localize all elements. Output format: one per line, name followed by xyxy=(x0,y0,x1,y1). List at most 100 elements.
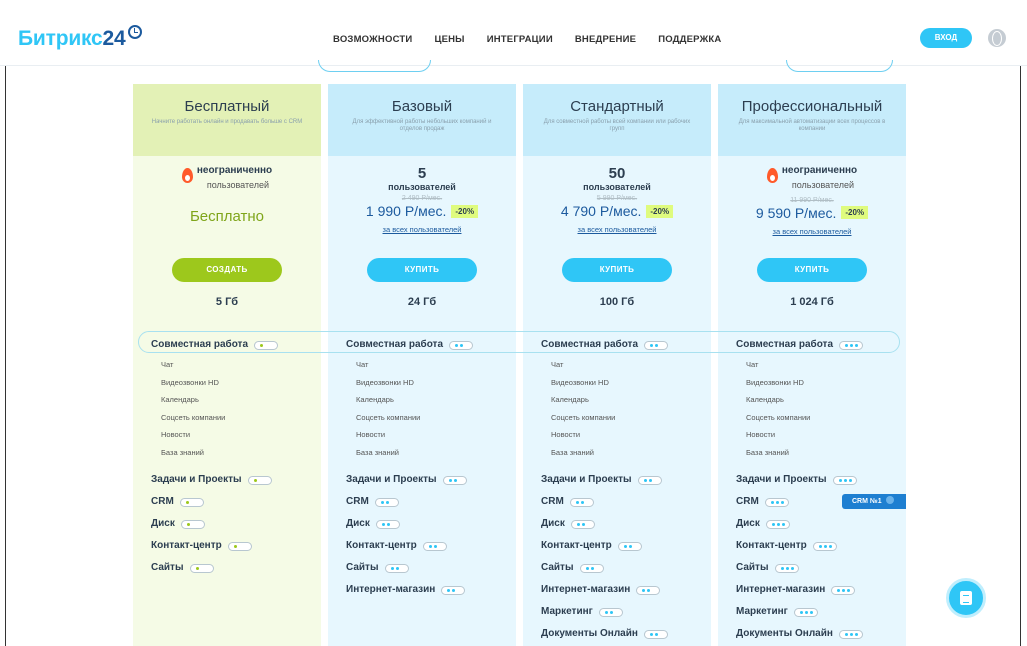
users-label: пользователей xyxy=(791,179,854,190)
price-row: 9 590 Р/мес. -20% xyxy=(718,205,906,221)
nav-item-support[interactable]: ПОДДЕРЖКА xyxy=(658,34,721,45)
sub-feature: Видеозвонки HD xyxy=(551,377,609,387)
nav-item-prices[interactable]: ЦЕНЫ xyxy=(434,34,464,45)
buy-button[interactable]: КУПИТЬ xyxy=(757,258,867,282)
feature-list: Совместная работа Чат Видеозвонки HD Кал… xyxy=(151,334,321,579)
feature-crm[interactable]: CRM xyxy=(541,491,711,513)
info-icon xyxy=(885,496,894,504)
feature-crm[interactable]: CRM xyxy=(346,491,516,513)
feature-contact-center[interactable]: Контакт-центр xyxy=(541,535,711,557)
price-row: 4 790 Р/мес. -20% xyxy=(523,203,711,219)
level-indicator xyxy=(422,541,447,551)
level-indicator xyxy=(831,585,856,595)
feature-sites[interactable]: Сайты xyxy=(541,557,711,579)
plan-description: Для эффективной работы небольших компани… xyxy=(352,119,492,132)
plan-description: Начните работать онлайн и продавать боль… xyxy=(151,119,303,125)
old-price: 2 490 Р/мес. xyxy=(401,195,443,202)
nav-item-implementation[interactable]: ВНЕДРЕНИЕ xyxy=(575,34,636,45)
login-button[interactable]: ВХОД xyxy=(920,28,972,48)
feature-sites[interactable]: Сайты xyxy=(736,557,906,579)
feature-contact-center[interactable]: Контакт-центр xyxy=(736,535,906,557)
feature-crm[interactable]: CRM xyxy=(151,491,321,513)
level-indicator xyxy=(375,519,400,529)
period-toggle-left[interactable] xyxy=(318,60,431,72)
feature-docs-online[interactable]: Документы Онлайн xyxy=(541,623,711,645)
sub-feature: Календарь xyxy=(161,395,199,405)
level-indicator xyxy=(774,563,799,573)
feature-tasks[interactable]: Задачи и Проекты xyxy=(541,469,711,491)
level-indicator xyxy=(598,607,623,617)
plan-card-free: Бесплатный Начните работать онлайн и про… xyxy=(133,84,321,646)
feature-tasks[interactable]: Задачи и Проекты xyxy=(346,469,516,491)
feature-label: Задачи и Проекты xyxy=(346,474,437,485)
feature-label: Интернет-магазин xyxy=(541,584,631,595)
plan-header: Профессиональный Для максимальной автома… xyxy=(718,84,906,156)
crm-number-one-badge[interactable]: CRM №1 xyxy=(842,494,906,509)
discount-badge: -20% xyxy=(451,204,479,218)
users-block: неограниченно пользователей Бесплатно xyxy=(133,166,321,225)
feature-contact-center[interactable]: Контакт-центр xyxy=(151,535,321,557)
feature-disk[interactable]: Диск xyxy=(541,513,711,535)
feature-disk[interactable]: Диск xyxy=(151,513,321,535)
feature-disk[interactable]: Диск xyxy=(736,513,906,535)
logo-number: 24 xyxy=(102,27,126,50)
collab-row-highlight xyxy=(138,331,900,353)
level-indicator xyxy=(227,541,252,551)
feature-label: CRM xyxy=(346,496,369,507)
nav-item-integrations[interactable]: ИНТЕГРАЦИИ xyxy=(487,34,553,45)
plan-header: Бесплатный Начните работать онлайн и про… xyxy=(133,84,321,156)
feature-shop[interactable]: Интернет-магазин xyxy=(541,579,711,601)
period-toggle-right[interactable] xyxy=(786,60,893,72)
feature-label: Диск xyxy=(736,518,760,529)
feature-tasks[interactable]: Задачи и Проекты xyxy=(151,469,321,491)
all-users-link[interactable]: за всех пользователей xyxy=(523,225,711,234)
all-users-link[interactable]: за всех пользователей xyxy=(718,227,906,236)
feature-marketing[interactable]: Маркетинг xyxy=(736,601,906,623)
feature-docs-online[interactable]: Документы Онлайн xyxy=(736,623,906,645)
sub-feature: Видеозвонки HD xyxy=(161,377,219,387)
feature-shop[interactable]: Интернет-магазин xyxy=(346,579,516,601)
nav-item-features[interactable]: ВОЗМОЖНОСТИ xyxy=(333,34,412,45)
feature-shop[interactable]: Интернет-магазин xyxy=(736,579,906,601)
feature-disk[interactable]: Диск xyxy=(346,513,516,535)
globe-icon[interactable] xyxy=(988,29,1006,47)
level-indicator xyxy=(247,475,272,485)
sub-feature: Календарь xyxy=(356,395,394,405)
feature-label: Диск xyxy=(541,518,565,529)
users-label: пользователей xyxy=(583,182,651,192)
unlimited-users: неограниченно пользователей xyxy=(133,166,321,194)
level-indicator xyxy=(765,519,790,529)
feature-label: Сайты xyxy=(151,562,184,573)
feature-sites[interactable]: Сайты xyxy=(151,557,321,579)
feature-label: Контакт-центр xyxy=(736,540,807,551)
buy-button[interactable]: КУПИТЬ xyxy=(562,258,672,282)
sub-feature: Календарь xyxy=(746,395,784,405)
price: 4 790 Р/мес. xyxy=(560,203,642,219)
sub-feature: База знаний xyxy=(356,447,399,457)
level-indicator xyxy=(637,475,662,485)
feature-label: CRM xyxy=(151,496,174,507)
feature-tasks[interactable]: Задачи и Проекты xyxy=(736,469,906,491)
feature-contact-center[interactable]: Контакт-центр xyxy=(346,535,516,557)
sub-feature: Новости xyxy=(551,430,581,440)
chat-widget-button[interactable] xyxy=(946,578,986,618)
feature-label: Маркетинг xyxy=(541,606,593,617)
buy-button[interactable]: КУПИТЬ xyxy=(367,258,477,282)
users-count: неограниченно xyxy=(196,165,273,176)
old-price: 11 990 Р/мес. xyxy=(790,196,834,204)
create-button[interactable]: СОЗДАТЬ xyxy=(172,258,282,282)
feature-label: Задачи и Проекты xyxy=(736,474,827,485)
feature-sites[interactable]: Сайты xyxy=(346,557,516,579)
level-indicator xyxy=(384,563,409,573)
bitrix24-logo[interactable]: Битрикс24 xyxy=(18,25,142,51)
logo-text: Битрикс xyxy=(18,27,103,50)
all-users-link[interactable]: за всех пользователей xyxy=(328,225,516,234)
feature-label: Контакт-центр xyxy=(541,540,612,551)
level-indicator xyxy=(832,475,857,485)
discount-badge: -20% xyxy=(646,204,674,218)
level-indicator xyxy=(617,541,642,551)
feature-marketing[interactable]: Маркетинг xyxy=(541,601,711,623)
feature-label: Документы Онлайн xyxy=(736,628,833,639)
plan-description: Для максимальной автоматизации всех проц… xyxy=(738,119,886,132)
feature-label: Сайты xyxy=(736,562,769,573)
